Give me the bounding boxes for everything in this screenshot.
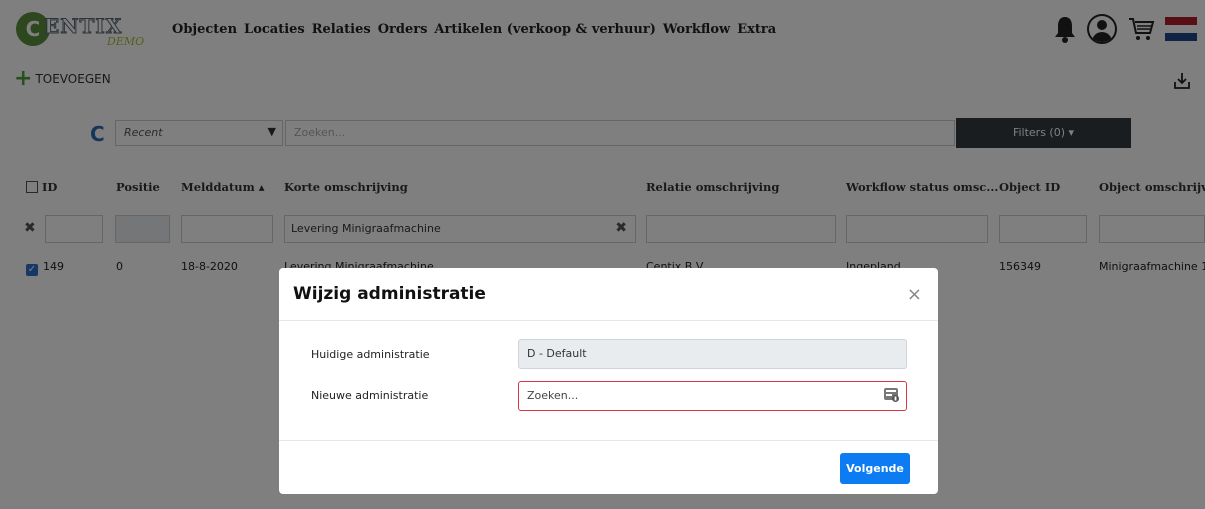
lookup-picker-icon[interactable] <box>884 388 900 403</box>
new-admin-input[interactable]: Zoeken... <box>518 381 907 411</box>
current-admin-field: D - Default <box>518 339 907 369</box>
modal-title: Wijzig administratie <box>293 284 486 304</box>
current-admin-label: Huidige administratie <box>311 348 430 361</box>
wijzig-administratie-dialog: Wijzig administratie × Huidige administr… <box>279 268 938 494</box>
close-icon[interactable]: × <box>907 284 922 305</box>
modal-footer: Volgende <box>279 440 938 494</box>
new-admin-placeholder: Zoeken... <box>527 389 579 402</box>
next-button[interactable]: Volgende <box>840 453 910 484</box>
new-admin-label: Nieuwe administratie <box>311 389 429 402</box>
modal-header: Wijzig administratie × <box>279 268 938 321</box>
